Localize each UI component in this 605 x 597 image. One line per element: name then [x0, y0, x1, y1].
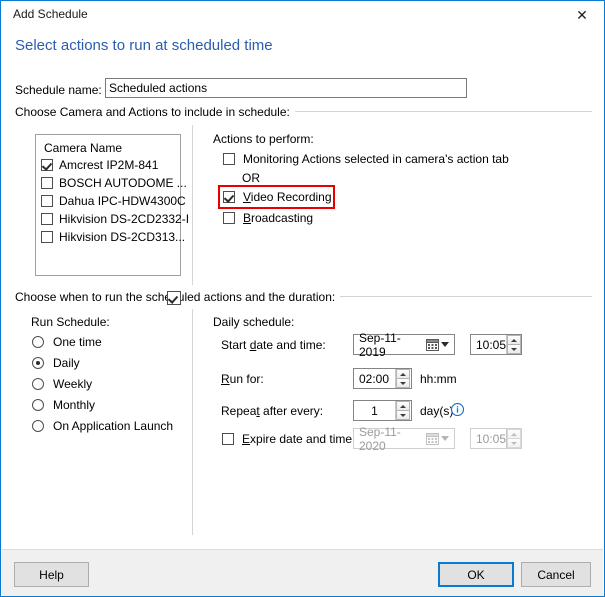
start-time-value: 10:05 — [476, 337, 507, 352]
or-separator-label: OR — [242, 171, 260, 185]
expire-date-value: Sep-11-2020 — [359, 424, 401, 453]
spinner-down-icon — [511, 441, 518, 445]
camera-label: BOSCH AUTODOME ... — [59, 176, 187, 190]
spinner-down-icon[interactable] — [400, 381, 406, 385]
title-bar: Add Schedule ✕ — [1, 1, 604, 30]
broadcasting-label: roadcasting — [251, 211, 314, 225]
spinner-up-icon[interactable] — [400, 404, 406, 408]
camera-checkbox[interactable] — [41, 177, 53, 189]
video-recording-checkbox[interactable] — [223, 191, 235, 203]
ok-button[interactable]: OK — [438, 562, 514, 587]
footer-bar: Help OK Cancel — [2, 550, 603, 596]
spinner-down-icon[interactable] — [511, 347, 518, 351]
chevron-down-icon — [441, 436, 449, 441]
one-time-radio[interactable] — [32, 336, 44, 348]
list-item[interactable]: Hikvision DS-2CD2332-I — [41, 210, 189, 228]
expire-time-field: 10:05 — [470, 428, 522, 449]
camera-label: Amcrest IP2M-841 — [59, 158, 159, 172]
expire-time-value: 10:05 — [476, 431, 507, 446]
repeat-field[interactable]: 1 — [353, 400, 412, 421]
list-item[interactable]: Amcrest IP2M-841 — [41, 156, 158, 174]
run-for-field[interactable]: 02:00 — [353, 368, 412, 389]
action-video-recording-row[interactable]: Video Recording — [223, 189, 332, 205]
page-title: Select actions to run at scheduled time — [15, 37, 273, 54]
close-icon[interactable]: ✕ — [560, 1, 604, 29]
mouse-cursor — [167, 291, 181, 305]
radio-on-app-launch[interactable]: On Application Launch — [32, 417, 173, 435]
daily-label: Daily — [53, 356, 80, 370]
monitoring-actions-label: Monitoring Actions selected in camera's … — [243, 152, 509, 166]
group-camera-divider — [192, 125, 193, 285]
one-time-label: One time — [53, 335, 102, 349]
repeat-label: after every: — [259, 404, 324, 418]
start-date-value: Sep-11-2019 — [359, 330, 401, 359]
action-broadcasting-row[interactable]: Broadcasting — [223, 210, 313, 226]
monitoring-actions-checkbox[interactable] — [223, 153, 235, 165]
radio-one-time[interactable]: One time — [32, 333, 102, 351]
monthly-label: Monthly — [53, 398, 96, 412]
calendar-icon — [426, 338, 439, 351]
actions-header: Actions to perform: — [213, 132, 314, 146]
repeat-unit: day(s) — [420, 404, 454, 418]
list-item[interactable]: Hikvision DS-2CD313... — [41, 228, 185, 246]
spinner-up-icon[interactable] — [511, 338, 518, 342]
schedule-name-input[interactable] — [105, 78, 467, 98]
camera-label: Hikvision DS-2CD313... — [59, 230, 186, 244]
start-time-spinner[interactable] — [506, 335, 522, 354]
group-camera-rule — [244, 111, 592, 112]
run-schedule-header: Run Schedule: — [31, 315, 110, 329]
camera-checkbox[interactable] — [41, 195, 53, 207]
action-monitoring-row[interactable]: Monitoring Actions selected in camera's … — [223, 151, 509, 167]
spinner-down-icon[interactable] — [400, 413, 406, 417]
radio-daily[interactable]: Daily — [32, 354, 80, 372]
start-date-field[interactable]: Sep-11-2019 — [353, 331, 455, 359]
weekly-label: Weekly — [53, 377, 93, 391]
on-app-launch-label: On Application Launch — [53, 419, 174, 433]
camera-checkbox[interactable] — [41, 159, 53, 171]
expire-date-field: Sep-11-2020 — [353, 425, 455, 453]
camera-checkbox[interactable] — [41, 213, 53, 225]
daily-radio[interactable] — [32, 357, 44, 369]
monthly-radio[interactable] — [32, 399, 44, 411]
spinner-up-icon[interactable] — [400, 372, 406, 376]
expire-time-spinner — [506, 429, 522, 448]
repeat-value: 1 — [371, 403, 378, 418]
camera-checkbox[interactable] — [41, 231, 53, 243]
start-date-label: ate and time: — [256, 338, 326, 352]
on-app-launch-radio[interactable] — [32, 420, 44, 432]
chevron-down-icon[interactable] — [441, 342, 449, 347]
start-time-field[interactable]: 10:05 — [470, 334, 522, 355]
camera-label: Dahua IPC-HDW4300C — [59, 194, 186, 208]
broadcasting-checkbox[interactable] — [223, 212, 235, 224]
calendar-icon — [426, 432, 439, 445]
run-for-spinner[interactable] — [395, 369, 410, 388]
run-for-unit: hh:mm — [420, 372, 457, 386]
cancel-button[interactable]: Cancel — [521, 562, 591, 587]
expire-label: xpire date and time: — [250, 432, 356, 446]
info-icon[interactable] — [450, 402, 465, 417]
daily-schedule-header: Daily schedule: — [213, 315, 295, 329]
radio-monthly[interactable]: Monthly — [32, 396, 95, 414]
schedule-name-label: Schedule name: — [15, 83, 102, 97]
spinner-up-icon — [511, 432, 518, 436]
group-schedule-divider — [192, 309, 193, 535]
run-for-value: 02:00 — [359, 371, 390, 386]
list-item[interactable]: Dahua IPC-HDW4300C — [41, 192, 186, 210]
group-camera-label: Choose Camera and Actions to include in … — [15, 105, 295, 119]
window-title: Add Schedule — [13, 7, 88, 21]
radio-weekly[interactable]: Weekly — [32, 375, 92, 393]
run-for-label: un for: — [229, 372, 264, 386]
expire-checkbox[interactable] — [222, 433, 234, 445]
camera-label: Hikvision DS-2CD2332-I — [59, 212, 190, 226]
camera-list-header: Camera Name — [44, 141, 123, 155]
expire-checkbox-row[interactable]: Expire date and time: — [222, 431, 355, 447]
repeat-spinner[interactable] — [395, 401, 410, 420]
video-recording-label: ideo Recording — [250, 190, 332, 204]
weekly-radio[interactable] — [32, 378, 44, 390]
list-item[interactable]: BOSCH AUTODOME ... — [41, 174, 187, 192]
help-button[interactable]: Help — [14, 562, 89, 587]
add-schedule-dialog: Add Schedule ✕ Select actions to run at … — [0, 0, 605, 597]
